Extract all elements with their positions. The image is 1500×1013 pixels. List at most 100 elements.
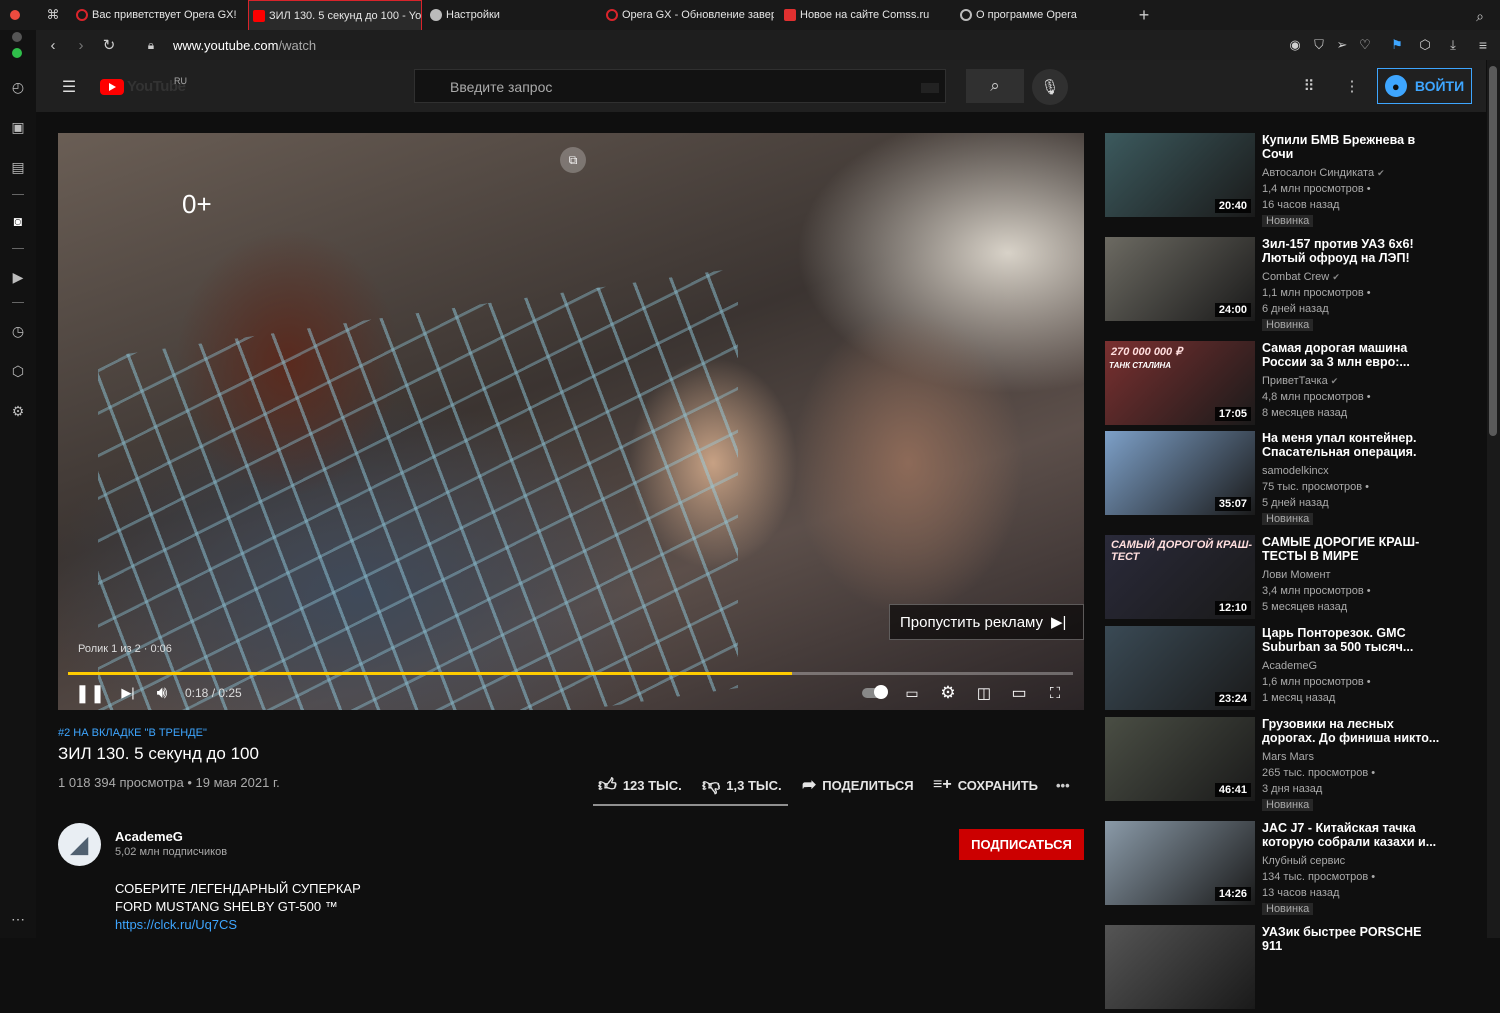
settings-icon[interactable]: ⚙ xyxy=(9,402,27,420)
recommendation-title[interactable]: JAC J7 - Китайская тачка которую собрали… xyxy=(1262,821,1442,849)
miniplayer-icon[interactable]: ◫ xyxy=(971,678,997,708)
video-thumbnail[interactable]: 14:26 xyxy=(1105,821,1255,905)
dislike-button[interactable]: 👎︎ 1,3 ТЫС. xyxy=(702,775,782,795)
recommendation-title[interactable]: Купили БМВ Брежнева в Сочи xyxy=(1262,133,1442,161)
recommendation-title[interactable]: Зил-157 против УАЗ 6х6! Лютый офроуд на … xyxy=(1262,237,1442,265)
search-button[interactable]: ⌕ xyxy=(966,69,1024,103)
more-actions-button[interactable]: ••• xyxy=(1056,775,1070,795)
save-button[interactable]: ≡+ СОХРАНИТЬ xyxy=(933,775,1038,795)
recommendation-channel[interactable]: Клубный сервис xyxy=(1262,855,1345,867)
recommendation-title[interactable]: На меня упал контейнер. Спасательная опе… xyxy=(1262,431,1442,459)
video-thumbnail[interactable]: 24:00 xyxy=(1105,237,1255,321)
tab-about-opera[interactable]: О программе Opera xyxy=(956,0,1126,30)
recommendation-title[interactable]: САМЫЕ ДОРОГИЕ КРАШ-ТЕСТЫ В МИРЕ xyxy=(1262,535,1442,563)
video-thumbnail[interactable]: 23:24 xyxy=(1105,626,1255,710)
volume-icon[interactable]: 🔊︎ xyxy=(149,678,175,708)
next-icon[interactable]: ▶| xyxy=(115,678,141,708)
recommendation-item[interactable]: 23:24 Царь Понторезок. GMC Suburban за 50… xyxy=(1105,626,1485,714)
video-thumbnail[interactable]: 46:41 xyxy=(1105,717,1255,801)
tab-youtube[interactable]: ЗИЛ 130. 5 секунд до 100 - YouTube xyxy=(248,0,422,30)
bag-icon[interactable]: ▣ xyxy=(9,118,27,136)
vpn-icon[interactable]: ⚑ xyxy=(1388,36,1406,54)
settings-dots-icon[interactable]: ⋮ xyxy=(1343,77,1361,95)
cube-icon[interactable]: ⬡ xyxy=(9,362,27,380)
history-icon[interactable]: ◷ xyxy=(9,322,27,340)
maximize-window-button[interactable] xyxy=(12,48,22,58)
trend-tag[interactable]: #2 НА ВКЛАДКЕ "В ТРЕНДЕ" xyxy=(58,727,207,739)
mic-button[interactable]: 🎙︎ xyxy=(1032,69,1068,105)
recommendation-title[interactable]: Царь Понторезок. GMC Suburban за 500 тыс… xyxy=(1262,626,1442,654)
like-button[interactable]: 👍︎ 123 ТЫС. xyxy=(598,775,682,795)
more-icon[interactable]: ⋯ xyxy=(9,910,27,928)
recommendation-channel[interactable]: Combat Crew ✔︎ xyxy=(1262,271,1340,283)
search-tabs-icon[interactable]: ⌕ xyxy=(1470,6,1490,26)
share-button[interactable]: ➦ ПОДЕЛИТЬСЯ xyxy=(802,775,914,795)
speed-control-icon[interactable]: ◴ xyxy=(9,78,27,96)
close-window-button[interactable] xyxy=(10,10,20,20)
twitch-icon[interactable]: ▤ xyxy=(9,158,27,176)
download-icon[interactable]: ⤓ xyxy=(1444,36,1462,54)
channel-avatar[interactable]: ◢ xyxy=(58,823,101,866)
keyboard-icon[interactable] xyxy=(921,83,939,93)
video-thumbnail[interactable]: 270 000 000 ₽ ТАНК СТАЛИНА 17:05 xyxy=(1105,341,1255,425)
autoplay-toggle[interactable] xyxy=(860,678,888,708)
recommendation-item[interactable]: 35:07 На меня упал контейнер. Спасательна… xyxy=(1105,431,1485,525)
pause-icon[interactable]: ❚❚ xyxy=(75,678,105,708)
video-thumbnail[interactable]: САМЫЙ ДОРОГОЙ КРАШ-ТЕСТ 12:10 xyxy=(1105,535,1255,619)
subscribe-button[interactable]: ПОДПИСАТЬСЯ xyxy=(959,829,1084,860)
recommendation-item[interactable]: 46:41 Грузовики на лесных дорогах. До фин… xyxy=(1105,717,1485,811)
player-icon[interactable]: ▶ xyxy=(9,268,27,286)
shield-icon[interactable]: ⛉ xyxy=(1310,36,1328,54)
description-link[interactable]: https://clck.ru/Uq7CS xyxy=(115,916,361,934)
tab-settings[interactable]: Настройки xyxy=(426,0,596,30)
minimize-window-button[interactable] xyxy=(12,32,22,42)
heart-icon[interactable]: ♡ xyxy=(1356,36,1374,54)
gamepad-icon[interactable]: ⌘ xyxy=(44,6,62,24)
recommendation-channel[interactable]: Mars Mars xyxy=(1262,751,1314,763)
menu-icon[interactable]: ≡ xyxy=(1474,36,1492,54)
recommendation-channel[interactable]: Лови Момент xyxy=(1262,569,1331,581)
ad-info-icon[interactable]: ⧉ xyxy=(560,147,586,173)
skip-ad-button[interactable]: Пропустить рекламу ▶| xyxy=(889,604,1084,640)
discord-icon[interactable]: ◙ xyxy=(9,212,27,230)
new-tab-button[interactable]: + xyxy=(1134,5,1154,25)
url-field[interactable]: www.youtube.com/watch xyxy=(173,38,316,53)
theater-mode-icon[interactable]: ▭ xyxy=(1006,678,1032,708)
youtube-logo-icon[interactable] xyxy=(100,79,124,95)
video-player[interactable]: ⧉ 0+ Ролик 1 из 2 · 0:06 Пропустить рекл… xyxy=(58,133,1084,710)
video-thumbnail[interactable]: 35:07 xyxy=(1105,431,1255,515)
forward-icon[interactable]: › xyxy=(72,36,90,54)
tab-comss[interactable]: Новое на сайте Comss.ru xyxy=(780,0,950,30)
video-thumbnail[interactable]: 20:40 xyxy=(1105,133,1255,217)
reload-icon[interactable]: ↻ xyxy=(100,36,118,54)
recommendation-item[interactable]: 14:26 JAC J7 - Китайская тачка которую со… xyxy=(1105,821,1485,915)
recommendation-title[interactable]: Самая дорогая машина России за 3 млн евр… xyxy=(1262,341,1442,369)
recommendation-item[interactable]: 20:40 Купили БМВ Брежнева в Сочи Автосалон… xyxy=(1105,133,1485,227)
recommendation-title[interactable]: Грузовики на лесных дорогах. До финиша н… xyxy=(1262,717,1442,745)
recommendation-item[interactable]: УАЗик быстрее PORSCHE 911 xyxy=(1105,925,1485,1013)
channel-name[interactable]: AcademeG xyxy=(115,829,183,844)
recommendation-channel[interactable]: samodelkincx xyxy=(1262,465,1329,477)
search-input[interactable]: Введите запрос xyxy=(414,69,946,103)
subtitles-icon[interactable]: ▭ xyxy=(899,678,925,708)
scrollbar-thumb[interactable] xyxy=(1489,66,1497,436)
recommendation-channel[interactable]: Автосалон Синдиката ✔︎ xyxy=(1262,167,1385,179)
fullscreen-icon[interactable]: ⛶ xyxy=(1042,678,1068,708)
recommendation-item[interactable]: 270 000 000 ₽ ТАНК СТАЛИНА 17:05 Самая доро… xyxy=(1105,341,1485,429)
hamburger-menu-icon[interactable]: ☰ xyxy=(60,78,78,96)
recommendation-title[interactable]: УАЗик быстрее PORSCHE 911 xyxy=(1262,925,1442,953)
settings-gear-icon[interactable]: ⚙ xyxy=(935,678,961,708)
tab-opera-welcome[interactable]: Вас приветствует Opera GX! xyxy=(72,0,240,30)
camera-icon[interactable]: ◉ xyxy=(1286,36,1304,54)
tab-opera-update[interactable]: Opera GX - Обновление завершено xyxy=(602,0,774,30)
apps-grid-icon[interactable]: ⠿ xyxy=(1300,77,1318,95)
recommendation-channel[interactable]: AcademeG xyxy=(1262,660,1317,672)
box-icon[interactable]: ⬡ xyxy=(1416,36,1434,54)
progress-bar[interactable] xyxy=(68,672,1073,675)
back-icon[interactable]: ‹ xyxy=(44,36,62,54)
send-icon[interactable]: ➢ xyxy=(1333,36,1351,54)
signin-button[interactable]: ● ВОЙТИ xyxy=(1377,68,1472,104)
recommendation-channel[interactable]: ПриветТачка ✔︎ xyxy=(1262,375,1338,387)
recommendation-item[interactable]: САМЫЙ ДОРОГОЙ КРАШ-ТЕСТ 12:10 САМЫЕ ДОРОГИ… xyxy=(1105,535,1485,623)
recommendation-item[interactable]: 24:00 Зил-157 против УАЗ 6х6! Лютый офроу… xyxy=(1105,237,1485,331)
